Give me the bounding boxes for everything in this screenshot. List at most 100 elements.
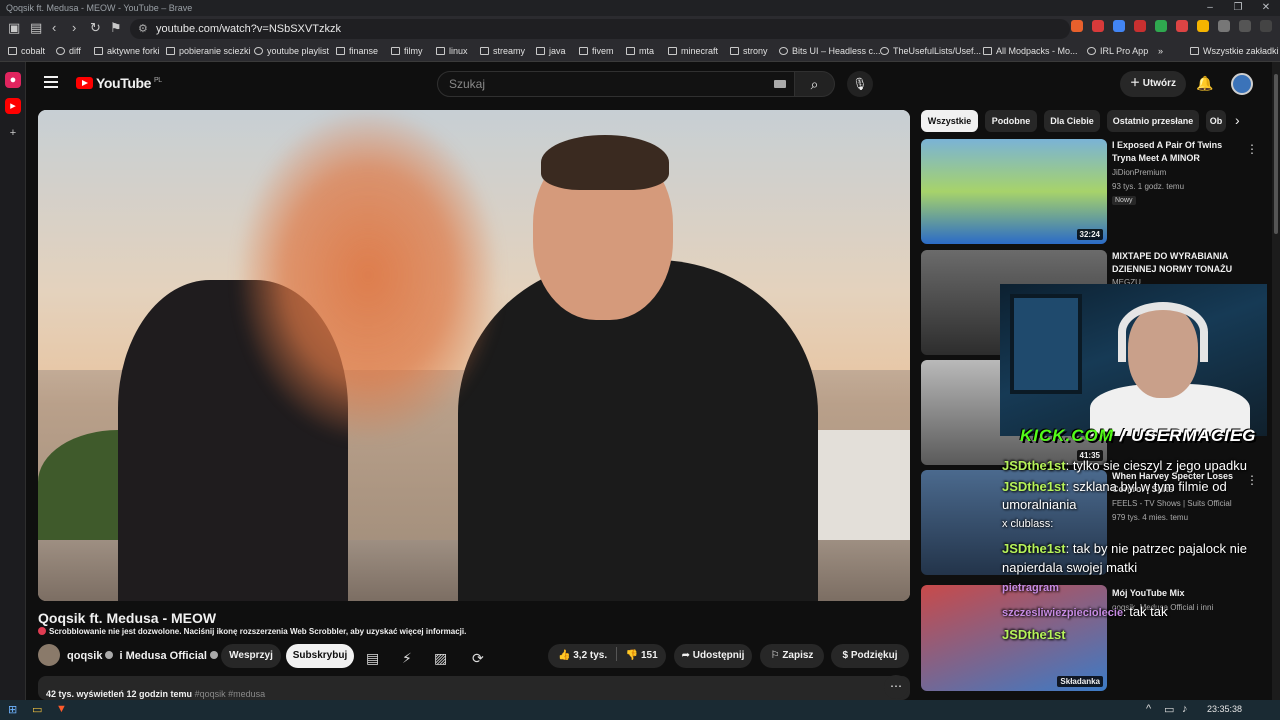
video-player[interactable] <box>38 110 910 601</box>
page-scrollbar[interactable] <box>1272 62 1280 700</box>
account-avatar[interactable] <box>1231 73 1253 95</box>
add-panel-icon[interactable]: + <box>5 125 21 141</box>
taskbar: ⊞ ▭ ▼ ^ ▭ ♪ 23:35:38 <box>0 700 1280 720</box>
all-bookmarks-folder[interactable]: Wszystkie zakładki <box>1190 46 1279 56</box>
save-button[interactable]: ⚐ Zapisz <box>760 644 824 668</box>
explorer-icon[interactable]: ▭ <box>32 703 42 716</box>
chip-more[interactable]: Ob <box>1206 110 1226 132</box>
thanks-button[interactable]: $ Podziękuj <box>831 644 909 668</box>
video-description[interactable]: 42 tys. wyświetleń 12 godzin temu #qoqsi… <box>38 676 910 700</box>
subscribe-button[interactable]: Subskrybuj <box>286 644 354 668</box>
bookmark-icon[interactable]: ⚑ <box>110 20 122 36</box>
extension-icon[interactable] <box>1155 20 1167 32</box>
bookmarks-bar: cobalt diff aktywne forki pobieranie sci… <box>0 42 1280 62</box>
chat-message: szczesliwiezpieciolecie: tak tak <box>1002 604 1168 619</box>
network-icon[interactable]: ▭ <box>1164 703 1174 716</box>
chat-message: x clublass: <box>1002 518 1054 530</box>
bookmark-item[interactable]: TheUsefulLists/Usef... <box>880 46 981 56</box>
recommended-title[interactable]: Mój YouTube Mix <box>1112 587 1237 600</box>
support-button[interactable]: Wesprzyj <box>221 644 281 668</box>
downloads-icon[interactable] <box>1239 20 1251 32</box>
chip-all[interactable]: Wszystkie <box>921 110 978 132</box>
bookmark-favicon-icon <box>166 47 175 55</box>
keyboard-icon[interactable] <box>774 80 786 88</box>
tray-chevron-icon[interactable]: ^ <box>1146 703 1151 715</box>
address-bar[interactable]: ⚙ youtube.com/watch?v=NSbSXVTzkzk <box>130 19 1070 39</box>
chip-for-you[interactable]: Dla Ciebie <box>1044 110 1100 132</box>
bookmark-item[interactable]: diff <box>56 46 81 56</box>
bookmark-item[interactable]: pobieranie sciezki <box>166 46 251 56</box>
bookmark-item[interactable]: All Modpacks - Mo... <box>983 46 1078 56</box>
scrollbar-thumb[interactable] <box>1274 74 1278 234</box>
minimize-icon[interactable]: – <box>1196 0 1224 16</box>
chevron-right-icon[interactable]: › <box>1235 112 1240 128</box>
bookmark-folder[interactable]: filmy <box>391 46 423 56</box>
back-icon[interactable]: ‹ <box>52 20 56 35</box>
extensions-menu-icon[interactable] <box>1218 20 1230 32</box>
bookmark-folder[interactable]: strony <box>730 46 768 56</box>
recommended-channel[interactable]: JiDionPremium <box>1112 168 1166 177</box>
more-vert-icon[interactable]: ⋮ <box>1246 473 1258 487</box>
bookmark-folder[interactable]: streamy <box>480 46 525 56</box>
extensions-area <box>1071 20 1272 32</box>
like-button[interactable]: 👍 3,2 tys. <box>558 650 607 661</box>
bookmark-folder[interactable]: linux <box>436 46 468 56</box>
dislike-button[interactable]: 👎 151 <box>626 650 658 661</box>
youtube-panel-icon[interactable]: ▸ <box>5 98 21 114</box>
channel-avatar[interactable] <box>38 644 60 666</box>
bookmark-folder[interactable]: mta <box>626 46 654 56</box>
recommended-channel[interactable]: FEELS - TV Shows | Suits Official <box>1112 499 1232 508</box>
search-input[interactable]: Szukaj <box>437 71 795 97</box>
bookmarks-overflow-icon[interactable]: » <box>1158 46 1163 56</box>
extension-icon[interactable] <box>1197 20 1209 32</box>
brave-shield-icon[interactable] <box>1071 20 1083 32</box>
panel-app-icon[interactable]: ● <box>5 72 21 88</box>
extension-icon[interactable] <box>1134 20 1146 32</box>
bookmark-folder[interactable]: fivem <box>579 46 614 56</box>
create-button[interactable]: ＋ Utwórz <box>1120 71 1186 97</box>
recommended-title[interactable]: MIXTAPE DO WYRABIANIA DZIENNEJ NORMY TON… <box>1112 250 1237 276</box>
bookmark-item[interactable]: cobalt <box>8 46 45 56</box>
start-icon[interactable]: ⊞ <box>8 703 17 716</box>
lightning-icon[interactable]: ⚡ <box>402 650 412 667</box>
extension-icon[interactable] <box>1092 20 1104 32</box>
search-button[interactable]: ⌕ <box>795 71 835 97</box>
hamburger-menu-icon[interactable] <box>44 76 58 88</box>
menu-icon[interactable] <box>1260 20 1272 32</box>
bookmark-item[interactable]: aktywne forki <box>94 46 160 56</box>
transcript-icon[interactable]: ▤ <box>366 650 379 667</box>
voice-search-button[interactable]: 🎙 <box>847 71 873 97</box>
extension-icon[interactable] <box>1113 20 1125 32</box>
recommended-title[interactable]: I Exposed A Pair Of Twins Tryna Meet A M… <box>1112 139 1237 165</box>
forward-icon[interactable]: › <box>72 20 76 35</box>
folder-icon <box>436 47 445 55</box>
system-clock[interactable]: 23:35:38 <box>1207 704 1242 714</box>
tabs-icon[interactable]: ▤ <box>30 20 42 36</box>
close-icon[interactable]: ✕ <box>1252 0 1280 16</box>
maximize-icon[interactable]: ❐ <box>1224 0 1252 16</box>
extension-icon[interactable] <box>1176 20 1188 32</box>
bookmark-item[interactable]: youtube playlist <box>254 46 329 56</box>
recommended-thumbnail[interactable]: 32:24 <box>921 139 1107 244</box>
youtube-logo[interactable]: YouTube PL <box>76 75 162 91</box>
bookmark-item[interactable]: Bits UI – Headless c... <box>779 46 881 56</box>
volume-icon[interactable]: ♪ <box>1182 703 1188 715</box>
channel-names[interactable]: qoqsik i Medusa Official <box>67 650 221 662</box>
bookmark-item[interactable]: IRL Pro App <box>1087 46 1148 56</box>
loop-icon[interactable]: ⟳ <box>472 650 484 667</box>
more-vert-icon[interactable]: ⋮ <box>1246 142 1258 156</box>
bookmark-folder[interactable]: minecraft <box>668 46 718 56</box>
bookmark-folder[interactable]: finanse <box>336 46 378 56</box>
notifications-bell-icon[interactable]: 🔔 <box>1196 75 1213 92</box>
reload-icon[interactable]: ↻ <box>90 20 101 36</box>
github-icon <box>880 47 889 55</box>
image-icon[interactable]: ▨ <box>434 650 447 667</box>
site-info-icon[interactable]: ⚙ <box>138 19 148 39</box>
bookmark-folder[interactable]: java <box>536 46 566 56</box>
sidebar-toggle-icon[interactable]: ▣ <box>8 20 20 36</box>
share-button[interactable]: ➦ Udostępnij <box>674 644 752 668</box>
chip-recently-uploaded[interactable]: Ostatnio przesłane <box>1107 110 1199 132</box>
chip-related[interactable]: Podobne <box>985 110 1037 132</box>
brave-taskbar-icon[interactable]: ▼ <box>56 703 67 715</box>
more-options-icon[interactable]: ⋯ <box>884 675 908 699</box>
